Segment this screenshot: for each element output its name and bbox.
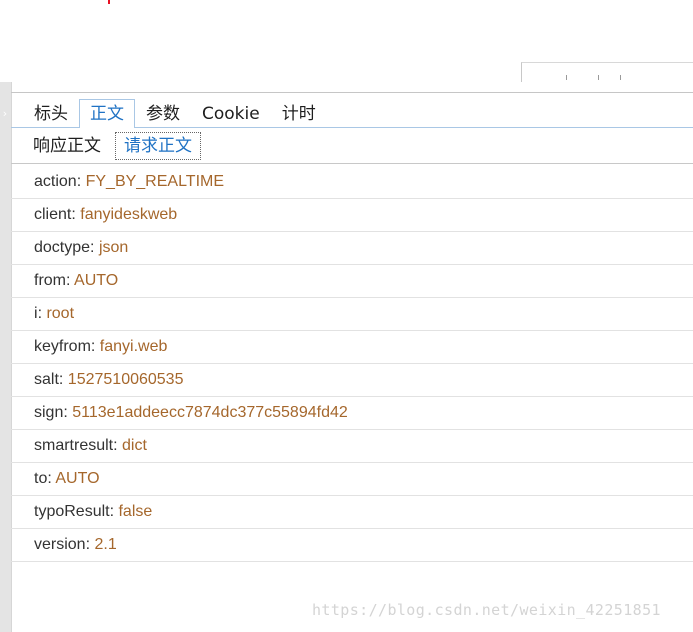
param-key: keyfrom <box>34 338 91 355</box>
param-value: AUTO <box>55 470 100 487</box>
param-value: json <box>98 239 129 256</box>
request-body-list: action: FY_BY_REALTIME client: fanyideskw… <box>11 166 693 562</box>
param-separator: : <box>113 437 123 454</box>
tab-3[interactable]: Cookie <box>191 99 271 127</box>
list-item[interactable]: action: FY_BY_REALTIME <box>11 166 693 199</box>
list-item[interactable]: salt: 1527510060535 <box>11 364 693 397</box>
list-item[interactable]: i: root <box>11 298 693 331</box>
param-separator: : <box>76 173 86 190</box>
param-separator: : <box>66 272 75 289</box>
tab-0[interactable]: 标头 <box>23 99 79 127</box>
red-text-fragment <box>108 0 110 4</box>
tab-4[interactable]: 计时 <box>271 99 327 127</box>
detail-tabs: 标头 正文 参数 Cookie 计时 <box>23 99 327 128</box>
param-value: 2.1 <box>94 536 117 553</box>
param-value: fanyideskweb <box>80 206 178 223</box>
param-separator: : <box>63 404 73 421</box>
tick-mark <box>598 75 599 80</box>
param-key: typoResult <box>34 503 110 520</box>
list-item[interactable]: from: AUTO <box>11 265 693 298</box>
subtab-divider <box>11 163 693 164</box>
param-value: root <box>46 305 75 322</box>
param-value: 5113e1addeecc7874dc377c55894fd42 <box>72 404 348 421</box>
param-value: FY_BY_REALTIME <box>85 173 225 190</box>
list-item[interactable]: client: fanyideskweb <box>11 199 693 232</box>
param-value: AUTO <box>74 272 119 289</box>
param-value: false <box>118 503 153 520</box>
list-item[interactable]: doctype: json <box>11 232 693 265</box>
param-value: dict <box>122 437 147 454</box>
param-key: version <box>34 536 86 553</box>
list-item[interactable]: to: AUTO <box>11 463 693 496</box>
tab-1[interactable]: 正文 <box>79 99 135 128</box>
param-separator: : <box>90 239 99 256</box>
param-key: smartresult <box>34 437 114 454</box>
body-subtabs: 响应正文 请求正文 <box>25 132 207 160</box>
subtab-1[interactable]: 请求正文 <box>115 132 201 160</box>
page-top-area <box>0 0 693 89</box>
list-item[interactable]: version: 2.1 <box>11 529 693 562</box>
param-key: to <box>34 470 48 487</box>
subtab-0[interactable]: 响应正文 <box>25 133 109 159</box>
tick-mark <box>566 75 567 80</box>
param-value: fanyi.web <box>99 338 168 355</box>
param-key: sign <box>34 404 64 421</box>
tab-2[interactable]: 参数 <box>135 99 191 127</box>
param-key: from <box>34 272 66 289</box>
panel-divider <box>11 92 693 93</box>
tick-mark <box>620 75 621 80</box>
param-separator: : <box>58 371 68 388</box>
param-value: 1527510060535 <box>67 371 184 388</box>
param-key: client <box>34 206 72 223</box>
chevron-right-icon[interactable]: › <box>0 104 10 124</box>
watermark: https://blog.csdn.net/weixin_42251851 <box>312 601 661 619</box>
param-key: action <box>34 173 77 190</box>
list-item[interactable]: sign: 5113e1addeecc7874dc377c55894fd42 <box>11 397 693 430</box>
param-separator: : <box>90 338 100 355</box>
list-item[interactable]: smartresult: dict <box>11 430 693 463</box>
param-separator: : <box>71 206 81 223</box>
param-key: doctype <box>34 239 91 256</box>
list-item[interactable]: keyfrom: fanyi.web <box>11 331 693 364</box>
devtools-network-panel: › 标头 正文 参数 Cookie 计时 响应正文 请求正文 action: FY_BY_… <box>0 82 693 632</box>
list-item[interactable]: typoResult: false <box>11 496 693 529</box>
param-key: salt <box>34 371 59 388</box>
